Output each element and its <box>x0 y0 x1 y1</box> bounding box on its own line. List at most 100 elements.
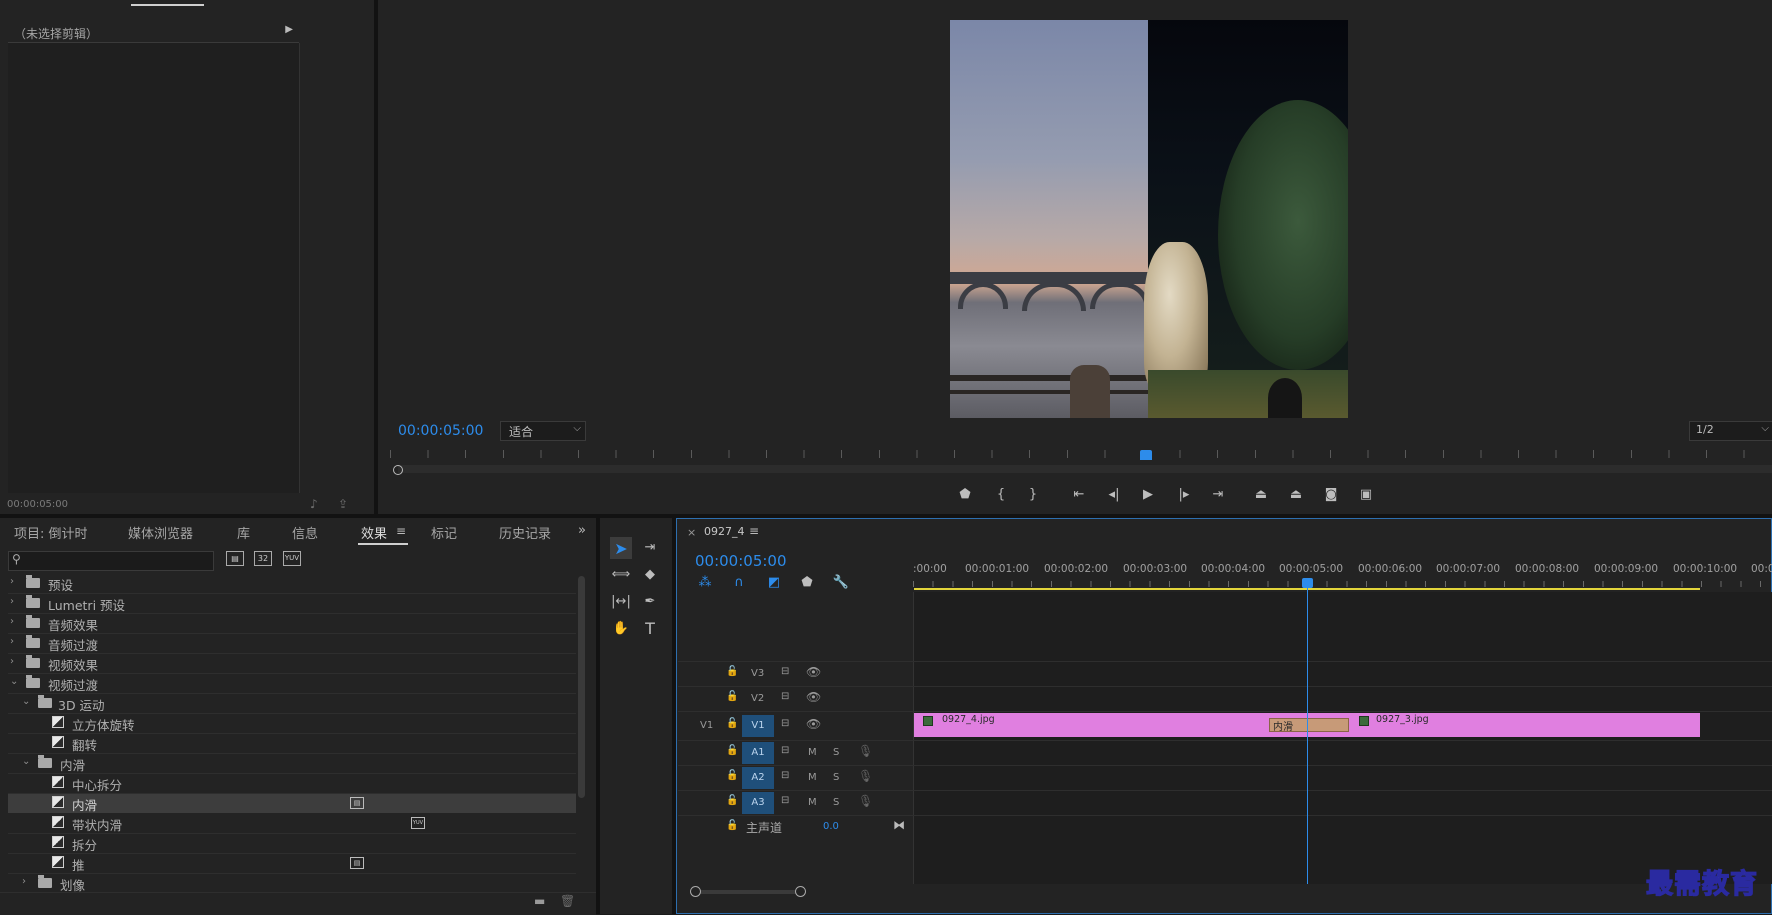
solo-button[interactable]: S <box>833 747 839 758</box>
hand-tool-icon[interactable]: ✋ <box>611 618 631 638</box>
track-select-tool-icon[interactable]: ⇥ <box>640 537 660 557</box>
snap-icon[interactable]: ∩ <box>729 572 749 592</box>
go-to-in-icon[interactable]: ⇤ <box>1069 484 1089 504</box>
tree-item-3d-motion[interactable]: ⌄ 3D 运动 <box>8 694 576 714</box>
program-playhead[interactable] <box>1140 450 1152 460</box>
export-frame-icon[interactable]: ⇪ <box>338 497 348 511</box>
effects-scrollbar[interactable] <box>578 576 585 798</box>
program-scrub-bar[interactable] <box>398 465 1772 473</box>
effects-search-box[interactable]: ⚲ <box>8 551 214 571</box>
delete-icon[interactable]: 🗑 <box>560 894 575 908</box>
razor-tool-icon[interactable]: ◆ <box>640 564 660 584</box>
sync-lock-icon[interactable]: ⊟ <box>781 691 789 702</box>
tab-markers[interactable]: 标记 <box>431 523 457 542</box>
solo-button[interactable]: S <box>833 772 839 783</box>
close-sequence-icon[interactable]: × <box>687 526 696 539</box>
lock-icon[interactable]: 🔓 <box>726 770 738 781</box>
tree-item-video-effects[interactable]: › 视频效果 <box>8 654 576 674</box>
eye-icon[interactable]: 👁 <box>806 665 821 679</box>
tree-item-presets[interactable]: › 预设 <box>8 574 576 594</box>
ripple-edit-tool-icon[interactable]: ⟺ <box>611 564 631 584</box>
track-target-v1[interactable]: V1 <box>742 715 774 737</box>
resolution-select[interactable]: 1/2 ⌵ <box>1689 421 1772 441</box>
extract-icon[interactable]: ⏏ <box>1286 484 1306 504</box>
go-to-in-out-icon[interactable]: ⧓ <box>893 818 905 832</box>
program-ruler[interactable] <box>390 447 1772 461</box>
microphone-icon[interactable]: 🎙 <box>858 769 873 783</box>
slip-tool-icon[interactable]: |↔| <box>611 591 631 611</box>
lock-icon[interactable]: 🔓 <box>726 795 738 806</box>
tree-item-audio-transitions[interactable]: › 音频过渡 <box>8 634 576 654</box>
program-zoom-handle[interactable] <box>393 465 403 475</box>
search-input[interactable] <box>27 553 211 569</box>
sequence-menu-icon[interactable]: ≡ <box>749 524 759 538</box>
step-back-icon[interactable]: ◂| <box>1104 484 1124 504</box>
tree-item-band-slide[interactable]: 带状内滑 YUV <box>8 814 576 834</box>
wrench-icon[interactable]: 🔧 <box>831 572 851 592</box>
eye-icon[interactable]: 👁 <box>806 690 821 704</box>
timeline-zoom-bar[interactable] <box>695 890 800 894</box>
play-icon[interactable]: ▶ <box>1138 484 1158 504</box>
track-target-a3[interactable]: A3 <box>742 792 774 814</box>
tree-item-slide-folder[interactable]: ⌄ 内滑 <box>8 754 576 774</box>
tree-item-video-transitions[interactable]: ⌄ 视频过渡 <box>8 674 576 694</box>
add-marker-icon[interactable]: ⬟ <box>955 484 975 504</box>
more-tabs-icon[interactable]: » <box>578 523 586 538</box>
eye-icon[interactable]: 👁 <box>806 717 821 731</box>
transition-slide[interactable]: 内滑 <box>1269 718 1349 733</box>
timeline-timecode[interactable]: 00:00:05:00 <box>695 552 787 570</box>
sync-lock-icon[interactable]: ⊟ <box>781 795 789 806</box>
mute-button[interactable]: M <box>808 797 817 808</box>
source-patch-v1[interactable]: V1 <box>700 720 713 731</box>
audio-only-icon[interactable]: ♪ <box>310 497 318 511</box>
tree-item-split[interactable]: 拆分 <box>8 834 576 854</box>
accelerated-effects-filter-icon[interactable]: ▤ <box>226 551 244 566</box>
new-bin-icon[interactable]: ▬ <box>534 894 545 908</box>
program-timecode[interactable]: 00:00:05:00 <box>398 423 483 439</box>
go-to-out-icon[interactable]: ⇥ <box>1208 484 1228 504</box>
clip-0927-4[interactable]: 0927_4.jpg <box>914 713 1307 737</box>
sequence-tab[interactable]: 0927_4 <box>704 525 745 538</box>
32-bit-filter-icon[interactable]: 32 <box>254 551 272 566</box>
tree-item-push[interactable]: 推 ▤ <box>8 854 576 874</box>
track-target-a1[interactable]: A1 <box>742 742 774 764</box>
track-target-a2[interactable]: A2 <box>742 767 774 789</box>
export-frame-camera-icon[interactable]: ◙ <box>1321 484 1341 504</box>
tree-item-cube-spin[interactable]: 立方体旋转 <box>8 714 576 734</box>
comparison-view-icon[interactable]: ▣ <box>1356 484 1376 504</box>
sync-lock-icon[interactable]: ⊟ <box>781 770 789 781</box>
nest-sequence-icon[interactable]: ⁂ <box>695 572 715 592</box>
lock-icon[interactable]: 🔓 <box>726 666 738 677</box>
step-forward-icon[interactable]: |▸ <box>1174 484 1194 504</box>
fit-select[interactable]: 适合 ⌵ <box>500 421 586 441</box>
clip-0927-3[interactable]: 0927_3.jpg <box>1307 713 1700 737</box>
tree-item-lumetri-presets[interactable]: › Lumetri 预设 <box>8 594 576 614</box>
panel-menu-icon[interactable]: ≡ <box>396 524 406 538</box>
zoom-handle-left[interactable] <box>690 886 701 897</box>
master-volume[interactable]: 0.0 <box>823 821 839 832</box>
lock-icon[interactable]: 🔓 <box>726 820 738 831</box>
tree-item-flip[interactable]: 翻转 <box>8 734 576 754</box>
timeline-playhead[interactable] <box>1302 578 1313 588</box>
tab-history[interactable]: 历史记录 <box>499 523 551 542</box>
tree-item-iris[interactable]: › 划像 <box>8 874 576 893</box>
tree-item-audio-effects[interactable]: › 音频效果 <box>8 614 576 634</box>
add-marker-icon[interactable]: ⬟ <box>797 572 817 592</box>
yuv-filter-icon[interactable]: YUV <box>283 551 301 566</box>
tab-effects[interactable]: 效果 <box>361 523 387 542</box>
mark-out-icon[interactable]: } <box>1023 484 1043 504</box>
sync-lock-icon[interactable]: ⊟ <box>781 745 789 756</box>
mark-in-icon[interactable]: { <box>991 484 1011 504</box>
tab-info[interactable]: 信息 <box>292 523 318 542</box>
tab-project[interactable]: 项目: 倒计时 <box>14 523 88 542</box>
microphone-icon[interactable]: 🎙 <box>858 794 873 808</box>
tree-item-center-split[interactable]: 中心拆分 <box>8 774 576 794</box>
lift-icon[interactable]: ⏏ <box>1251 484 1271 504</box>
tab-libraries[interactable]: 库 <box>237 523 250 542</box>
pen-tool-icon[interactable]: ✒ <box>640 591 660 611</box>
microphone-icon[interactable]: 🎙 <box>858 744 873 758</box>
lock-icon[interactable]: 🔓 <box>726 718 738 729</box>
linked-selection-icon[interactable]: ◩ <box>764 572 784 592</box>
lock-icon[interactable]: 🔓 <box>726 745 738 756</box>
source-clip-dropdown[interactable]: （未选择剪辑） ▶ <box>8 22 299 43</box>
